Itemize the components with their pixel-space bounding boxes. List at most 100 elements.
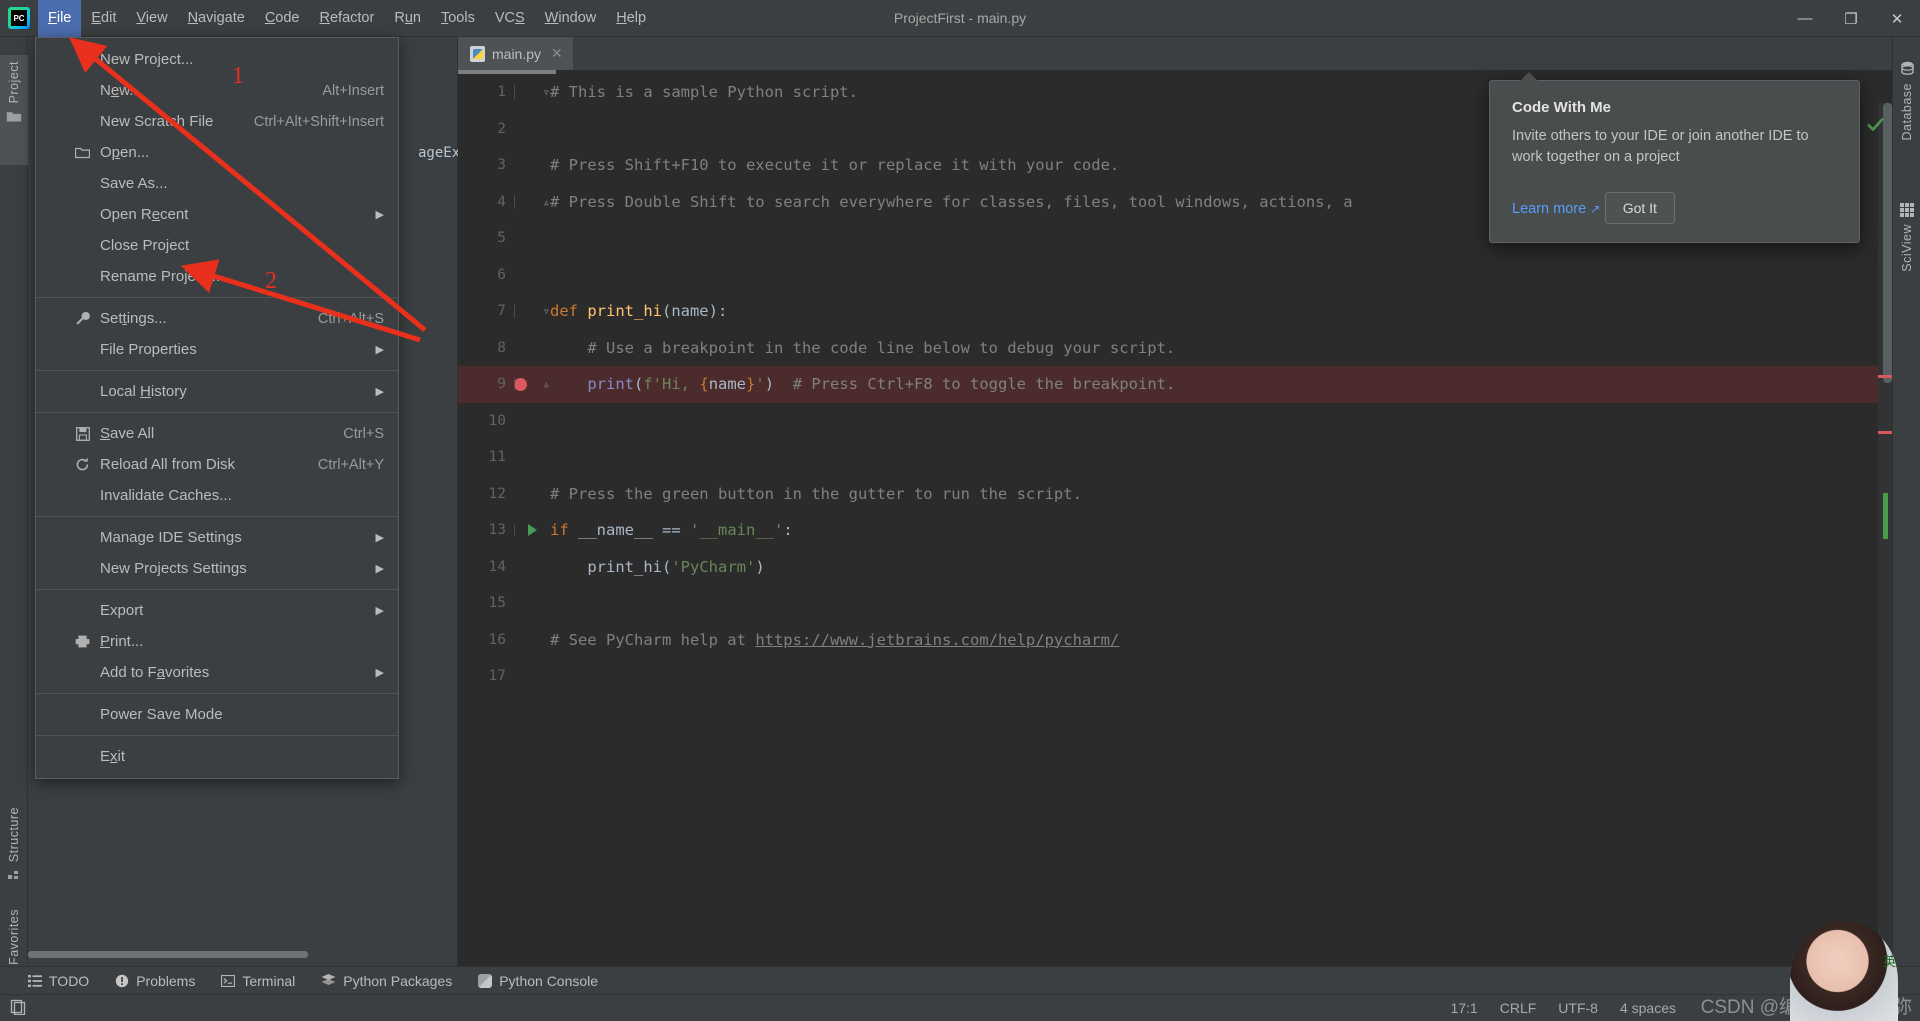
menu-item-save-all[interactable]: Save All Ctrl+S: [36, 418, 398, 449]
bottom-tab-todo[interactable]: TODO: [28, 973, 89, 989]
learn-more-link[interactable]: Learn more ↗: [1512, 201, 1600, 217]
code-line[interactable]: 13 if __name__ == '__main__':: [458, 512, 1892, 549]
code-line[interactable]: 11: [458, 439, 1892, 476]
project-horizontal-scrollbar[interactable]: [28, 951, 408, 958]
menu-item-open-recent[interactable]: Open Recent ▶: [36, 199, 398, 230]
menu-item-local-history[interactable]: Local History ▶: [36, 376, 398, 407]
fold-open-icon[interactable]: ▿: [543, 304, 550, 318]
menu-item-power-save-mode[interactable]: Power Save Mode: [36, 699, 398, 730]
code-text[interactable]: print_hi('PyCharm'): [550, 557, 764, 576]
inspection-ok-icon[interactable]: [1867, 117, 1884, 137]
menu-item-exit[interactable]: Exit: [36, 741, 398, 772]
menu-tools[interactable]: Tools: [431, 0, 485, 37]
got-it-button[interactable]: Got It: [1604, 192, 1675, 225]
bottom-tab-python-console[interactable]: Python Console: [478, 973, 598, 989]
caret-position[interactable]: 17:1: [1450, 1000, 1477, 1016]
menu-refactor[interactable]: Refactor: [310, 0, 385, 37]
menu-item-manage-ide-settings[interactable]: Manage IDE Settings ▶: [36, 522, 398, 553]
editor-gutter[interactable]: ▿: [514, 85, 550, 100]
close-button[interactable]: ✕: [1874, 0, 1920, 37]
code-line[interactable]: 14 print_hi('PyCharm'): [458, 549, 1892, 586]
menu-item-file-properties[interactable]: File Properties ▶: [36, 334, 398, 365]
menu-edit[interactable]: Edit: [81, 0, 126, 37]
menu-item-print[interactable]: Print...: [36, 626, 398, 657]
maximize-button[interactable]: ❐: [1828, 0, 1874, 37]
sidebar-item-project[interactable]: Project: [0, 55, 28, 165]
menu-navigate[interactable]: Navigate: [178, 0, 255, 37]
close-icon[interactable]: ✕: [551, 45, 563, 62]
code-text[interactable]: if __name__ == '__main__':: [550, 521, 793, 539]
code-line[interactable]: 15: [458, 585, 1892, 622]
code-line[interactable]: 17: [458, 658, 1892, 695]
code-line[interactable]: 12 # Press the green button in the gutter…: [458, 476, 1892, 513]
editor-gutter[interactable]: ▿: [514, 304, 550, 319]
menu-item-rename-project[interactable]: Rename Project...: [36, 261, 398, 292]
sidebar-item-database[interactable]: Database: [1893, 55, 1920, 175]
code-with-me-popup[interactable]: Code With Me Invite others to your IDE o…: [1489, 71, 1860, 244]
code-line[interactable]: 9 ▵ print(f'Hi, {name}') # Press Ctrl+F8 …: [458, 366, 1892, 403]
code-text[interactable]: # Press Shift+F10 to execute it or repla…: [550, 156, 1119, 174]
code-line[interactable]: 6: [458, 257, 1892, 294]
editor-gutter[interactable]: ▵: [514, 194, 550, 209]
menu-item-close-project[interactable]: Close Project: [36, 230, 398, 261]
bottom-tool-window-bar[interactable]: TODO Problems Terminal Python Packages P…: [0, 966, 1920, 994]
menu-item-invalidate-caches[interactable]: Invalidate Caches...: [36, 480, 398, 511]
code-line[interactable]: 7 ▿ def print_hi(name):: [458, 293, 1892, 330]
minimize-button[interactable]: —: [1782, 0, 1828, 37]
menu-window[interactable]: Window: [535, 0, 607, 37]
menu-run[interactable]: Run: [384, 0, 431, 37]
editor-tab-main-py[interactable]: main.py ✕: [458, 37, 573, 70]
menu-item-open[interactable]: Open...: [36, 137, 398, 168]
editor-vertical-scrollbar[interactable]: [1883, 103, 1892, 383]
menu-item-new-scratch-file[interactable]: New Scratch File Ctrl+Alt+Shift+Insert: [36, 106, 398, 137]
breakpoint-icon[interactable]: [514, 377, 527, 391]
menu-item-settings[interactable]: Settings... Ctrl+Alt+S: [36, 303, 398, 334]
editor-marker-strip[interactable]: [1878, 103, 1892, 966]
code-text[interactable]: print(f'Hi, {name}') # Press Ctrl+F8 to …: [550, 375, 1175, 393]
code-line[interactable]: 8 # Use a breakpoint in the code line be…: [458, 330, 1892, 367]
menu-bar[interactable]: File Edit View Navigate Code Refactor Ru…: [38, 0, 656, 37]
bottom-tab-terminal[interactable]: Terminal: [221, 973, 295, 989]
fold-close-icon[interactable]: ▵: [543, 195, 550, 209]
code-token: 'PyCharm': [671, 557, 756, 576]
right-tool-strip[interactable]: Database SciView: [1892, 37, 1920, 966]
menu-item-export[interactable]: Export ▶: [36, 595, 398, 626]
code-text[interactable]: # Press the green button in the gutter t…: [550, 485, 1082, 503]
indent-setting[interactable]: 4 spaces: [1620, 1000, 1676, 1016]
menu-code[interactable]: Code: [255, 0, 310, 37]
file-encoding[interactable]: UTF-8: [1558, 1000, 1598, 1016]
code-line[interactable]: 10: [458, 403, 1892, 440]
run-line-icon[interactable]: [527, 524, 537, 537]
window-controls[interactable]: — ❐ ✕: [1782, 0, 1920, 37]
code-text[interactable]: # Use a breakpoint in the code line belo…: [550, 339, 1175, 357]
code-text[interactable]: # This is a sample Python script.: [550, 83, 858, 101]
code-text[interactable]: # See PyCharm help at https://www.jetbra…: [550, 631, 1119, 649]
sidebar-item-structure[interactable]: Structure: [0, 807, 28, 907]
menu-file[interactable]: File: [38, 0, 82, 37]
file-menu-popup[interactable]: New Project... New... Alt+Insert New Scratc…: [35, 37, 399, 779]
sidebar-item-sciview[interactable]: SciView: [1893, 197, 1920, 307]
layout-icon[interactable]: [10, 999, 26, 1018]
code-text[interactable]: def print_hi(name):: [550, 302, 727, 320]
code-line[interactable]: 16 # See PyCharm help at https://www.jetb…: [458, 622, 1892, 659]
left-tool-strip[interactable]: Project Structure Favorites: [0, 37, 28, 987]
project-scrollbar-thumb[interactable]: [28, 951, 308, 958]
editor-gutter[interactable]: [514, 524, 550, 537]
line-separator[interactable]: CRLF: [1500, 1000, 1537, 1016]
editor-gutter[interactable]: ▵: [514, 377, 550, 392]
bottom-tab-problems[interactable]: Problems: [115, 973, 195, 989]
menu-item-add-to-favorites[interactable]: Add to Favorites ▶: [36, 657, 398, 688]
menu-item-new-projects-settings[interactable]: New Projects Settings ▶: [36, 553, 398, 584]
fold-close-icon[interactable]: ▵: [543, 377, 550, 391]
menu-item-reload-all-from-disk[interactable]: Reload All from Disk Ctrl+Alt+Y: [36, 449, 398, 480]
menu-help[interactable]: Help: [606, 0, 656, 37]
bottom-tab-python-packages[interactable]: Python Packages: [321, 973, 452, 989]
menu-vcs[interactable]: VCS: [485, 0, 535, 37]
menu-item-save-as[interactable]: Save As...: [36, 168, 398, 199]
menu-item-new-project[interactable]: New Project...: [36, 44, 398, 75]
fold-open-icon[interactable]: ▿: [543, 85, 550, 99]
menu-item-new[interactable]: New... Alt+Insert: [36, 75, 398, 106]
menu-view[interactable]: View: [126, 0, 177, 37]
code-text[interactable]: # Press Double Shift to search everywher…: [550, 193, 1353, 211]
editor-tab-bar[interactable]: main.py ✕: [458, 37, 1892, 70]
